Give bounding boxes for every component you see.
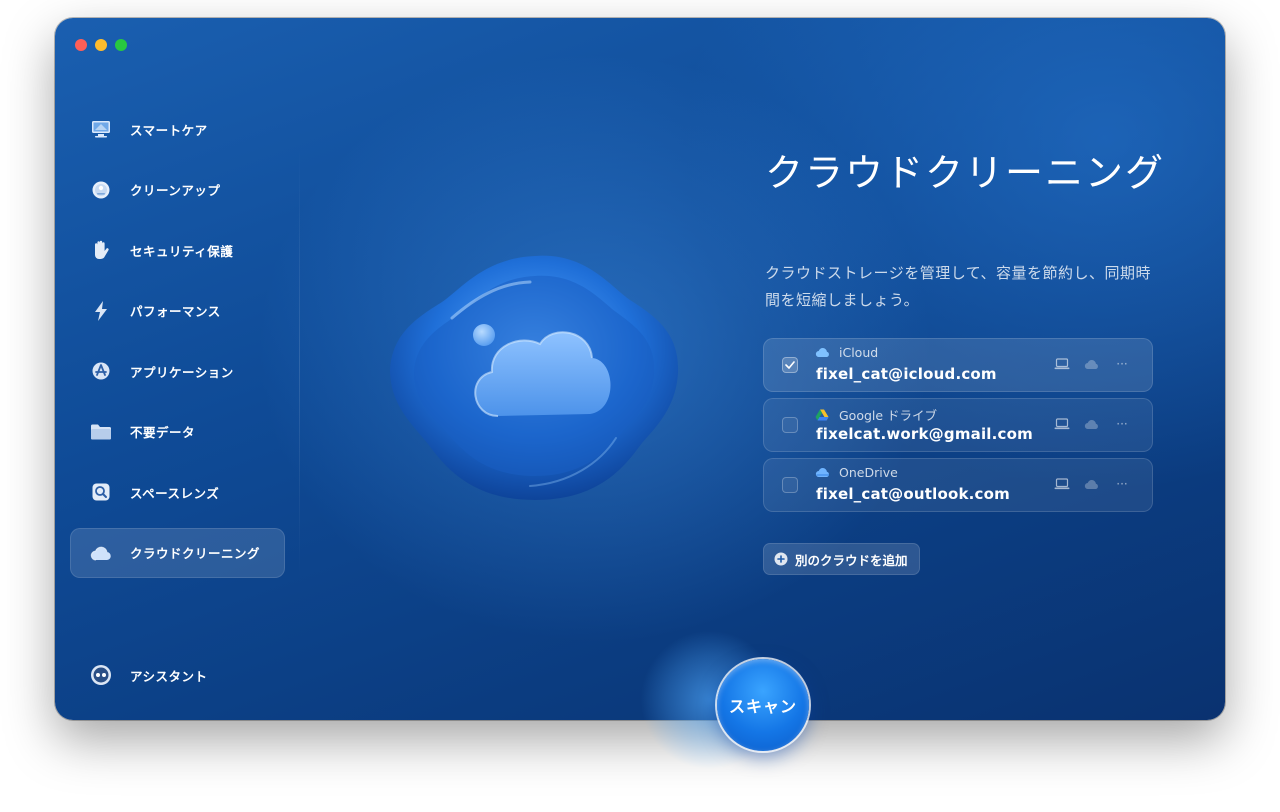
sidebar: スマートケア クリーンアップ セキュリティ保護 パフォーマンス アプリケーション	[70, 104, 285, 588]
checkmark-icon	[785, 361, 795, 369]
account-email: fixel_cat@outlook.com	[816, 485, 1010, 503]
assistant-icon	[90, 664, 112, 686]
monitor-icon	[90, 118, 112, 140]
account-provider: iCloud	[815, 345, 878, 360]
app-window: スマートケア クリーンアップ セキュリティ保護 パフォーマンス アプリケーション	[55, 18, 1225, 720]
row-actions: ···	[1053, 476, 1131, 492]
lightning-icon	[90, 300, 112, 322]
account-checkbox[interactable]	[782, 357, 798, 373]
provider-name: Google ドライブ	[839, 408, 938, 423]
sidebar-item-label: パフォーマンス	[130, 304, 221, 319]
cloud-accounts-list: iCloud fixel_cat@icloud.com ··· Google ド…	[763, 338, 1153, 518]
sidebar-item-applications[interactable]: アプリケーション	[70, 346, 285, 396]
assistant-section: アシスタント	[70, 650, 285, 711]
laptop-icon[interactable]	[1053, 356, 1071, 372]
sidebar-item-cleanup[interactable]: クリーンアップ	[70, 165, 285, 215]
cloud-icon	[90, 542, 112, 564]
sidebar-item-space-lens[interactable]: スペースレンズ	[70, 467, 285, 517]
sidebar-item-cloud-cleaning[interactable]: クラウドクリーニング	[70, 527, 285, 578]
sidebar-item-label: クラウドクリーニング	[130, 546, 261, 561]
account-row-icloud[interactable]: iCloud fixel_cat@icloud.com ···	[763, 338, 1153, 392]
page-title: クラウドクリーニング	[765, 151, 1166, 195]
assistant-button[interactable]: アシスタント	[70, 650, 285, 700]
app-icon	[90, 360, 112, 382]
scan-button[interactable]: スキャン	[717, 659, 809, 751]
row-actions: ···	[1053, 356, 1131, 372]
account-row-onedrive[interactable]: OneDrive fixel_cat@outlook.com ···	[763, 458, 1153, 512]
sidebar-divider	[299, 148, 300, 578]
account-provider: Google ドライブ	[815, 405, 937, 424]
sidebar-item-label: アプリケーション	[130, 364, 234, 380]
disk-icon	[90, 179, 112, 201]
account-email: fixel_cat@icloud.com	[816, 365, 997, 383]
account-checkbox[interactable]	[782, 477, 798, 493]
hand-icon	[90, 239, 112, 261]
more-options-icon[interactable]: ···	[1113, 356, 1131, 372]
sidebar-item-junk-data[interactable]: 不要データ	[70, 407, 285, 457]
minimize-window-button[interactable]	[95, 39, 107, 51]
account-email: fixelcat.work@gmail.com	[816, 425, 1033, 443]
add-cloud-label: 別のクラウドを追加	[795, 552, 908, 568]
sidebar-item-security[interactable]: セキュリティ保護	[70, 225, 285, 275]
provider-name: OneDrive	[839, 465, 898, 480]
account-row-google-drive[interactable]: Google ドライブ fixelcat.work@gmail.com ···	[763, 398, 1153, 452]
window-controls	[75, 39, 127, 51]
sidebar-item-performance[interactable]: パフォーマンス	[70, 286, 285, 336]
cloud-sync-icon[interactable]	[1083, 476, 1101, 492]
onedrive-icon	[815, 467, 831, 479]
sidebar-item-label: クリーンアップ	[130, 183, 221, 198]
provider-name: iCloud	[839, 345, 879, 360]
cloud-sync-icon[interactable]	[1083, 356, 1101, 372]
sidebar-item-label: スペースレンズ	[130, 485, 220, 501]
account-provider: OneDrive	[815, 465, 898, 480]
cloud-sync-icon[interactable]	[1083, 416, 1101, 432]
sidebar-item-label: 不要データ	[130, 425, 196, 440]
cloud-cleaning-illustration	[380, 238, 690, 513]
assistant-label: アシスタント	[130, 668, 208, 684]
more-options-icon[interactable]: ···	[1113, 416, 1131, 432]
laptop-icon[interactable]	[1053, 416, 1071, 432]
close-window-button[interactable]	[75, 39, 87, 51]
row-actions: ···	[1053, 416, 1131, 432]
laptop-icon[interactable]	[1053, 476, 1071, 492]
more-options-icon[interactable]: ···	[1113, 476, 1131, 492]
zoom-window-button[interactable]	[115, 39, 127, 51]
sidebar-item-label: セキュリティ保護	[130, 243, 234, 259]
sidebar-item-label: スマートケア	[130, 122, 208, 138]
add-cloud-button[interactable]: 別のクラウドを追加	[763, 543, 920, 575]
account-checkbox[interactable]	[782, 417, 798, 433]
folder-icon	[90, 421, 112, 443]
google-drive-icon	[815, 409, 831, 421]
icloud-icon	[815, 347, 831, 359]
plus-circle-icon	[774, 552, 788, 566]
sidebar-item-smart-care[interactable]: スマートケア	[70, 104, 285, 154]
page-subtitle: クラウドストレージを管理して、容量を節約し、同期時間を短縮しましょう。	[765, 264, 1152, 309]
lens-icon	[90, 481, 112, 503]
